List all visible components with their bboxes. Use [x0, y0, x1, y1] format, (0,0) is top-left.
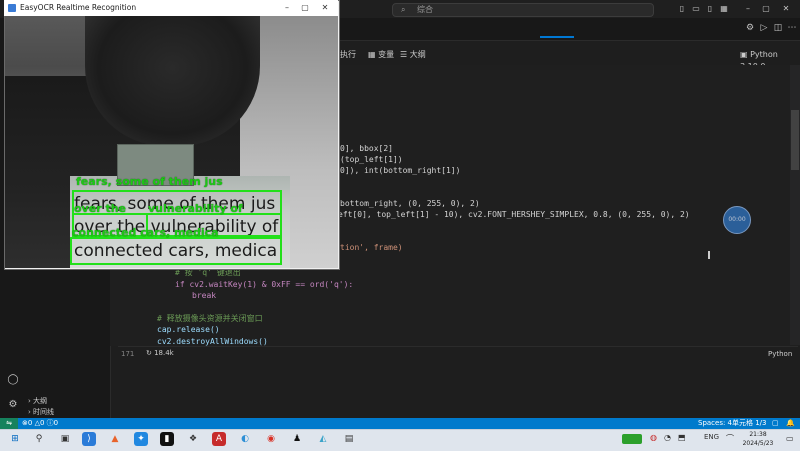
code-line-if: if cv2.waitKey(1) & 0xFF == ord('q'):: [175, 280, 354, 289]
cell-language[interactable]: Python: [768, 350, 792, 358]
outline-label: 大纲: [409, 50, 426, 59]
tray-icon[interactable]: ⬒: [678, 433, 686, 442]
manage-gear-icon[interactable]: ⚙: [6, 398, 20, 412]
sidebar-item-timeline[interactable]: › 时间线: [28, 407, 54, 417]
run-icon[interactable]: ▷: [758, 22, 770, 34]
vscode-taskbar-icon[interactable]: ⟩: [82, 432, 96, 446]
matlab-taskbar-icon[interactable]: ▲: [108, 432, 122, 446]
app-taskbar-icon[interactable]: ◭: [316, 432, 330, 446]
detection-label: connected cars, medica: [72, 226, 219, 239]
code-fragment: tion', frame): [340, 243, 403, 252]
variables-label: 变量: [378, 50, 395, 59]
code-line-release: cap.release(): [157, 325, 220, 334]
editor-scrollbar[interactable]: [790, 65, 800, 345]
task-view-icon[interactable]: ▣: [58, 432, 72, 446]
detection-label: fears, some of them jus: [76, 175, 223, 188]
code-fragment: (top_left[1]): [340, 155, 403, 164]
code-fragment: 0], bbox[2]: [340, 144, 393, 153]
warnings-count: 0: [39, 419, 45, 427]
floating-recorder-badge[interactable]: 00:00: [723, 206, 751, 234]
ocr-close-icon[interactable]: ✕: [318, 2, 332, 14]
run-button[interactable]: 执行: [340, 49, 356, 61]
pycharm-taskbar-icon[interactable]: ✦: [134, 432, 148, 446]
line-number: 171: [121, 350, 135, 358]
cell-exec-info: ↻ 18.4k: [146, 349, 174, 357]
cell-output-area: [140, 362, 800, 412]
detection-label: over the: [74, 202, 126, 215]
detection-box: [70, 237, 282, 265]
outline-button[interactable]: ☰ 大纲: [400, 49, 426, 61]
cell-memory: 18.4k: [154, 349, 174, 357]
account-icon[interactable]: ◯: [6, 373, 20, 387]
variables-button[interactable]: ▦ 变量: [368, 49, 394, 61]
outline-icon: ☰: [400, 50, 410, 59]
battery-icon[interactable]: [622, 434, 642, 444]
edge-taskbar-icon[interactable]: ◐: [238, 432, 252, 446]
info-count: 0: [53, 419, 59, 427]
app-icon: [8, 4, 16, 12]
code-fragment: 0]), int(bottom_right[1]): [340, 166, 461, 175]
errors-count: 0: [27, 419, 33, 427]
active-tab-indicator: [540, 36, 574, 38]
search-icon[interactable]: ⚲: [32, 432, 46, 446]
maximize-icon[interactable]: ▢: [760, 3, 772, 14]
minimize-icon[interactable]: –: [742, 3, 754, 14]
pdf-taskbar-icon[interactable]: A: [212, 432, 226, 446]
sidebar-item-label: 时间线: [33, 408, 55, 416]
tray-icon[interactable]: ◍: [650, 433, 657, 442]
ocr-maximize-icon[interactable]: ▢: [298, 2, 312, 14]
qq-taskbar-icon[interactable]: ♟: [290, 432, 304, 446]
wifi-icon[interactable]: ⌒: [726, 433, 734, 444]
toggle-panel-icon[interactable]: ▭: [690, 3, 702, 14]
app-taskbar-icon-2[interactable]: ▤: [342, 432, 356, 446]
notifications-bell-icon[interactable]: 🔔: [786, 418, 795, 429]
indentation-status[interactable]: Spaces: 4: [698, 418, 732, 429]
mouse-text-cursor: [708, 251, 710, 259]
close-icon[interactable]: ✕: [780, 3, 792, 14]
toggle-sidebar-icon[interactable]: ▯: [676, 3, 688, 14]
variables-icon: ▦: [368, 50, 379, 59]
command-center-search[interactable]: ⌕ 综合: [392, 3, 654, 17]
sidebar-item-outline[interactable]: › 大纲: [28, 396, 47, 406]
settings-gear-icon[interactable]: ⚙: [744, 22, 756, 34]
search-icon: ⌕: [401, 5, 406, 14]
command-center-text: 综合: [417, 5, 433, 14]
language-indicator[interactable]: ENG: [704, 433, 719, 441]
layout-icon[interactable]: ▦: [718, 3, 730, 14]
more-actions-icon[interactable]: ⋯: [786, 22, 798, 34]
chrome-taskbar-icon[interactable]: ◉: [264, 432, 278, 446]
terminal-taskbar-icon[interactable]: ▮: [160, 432, 174, 446]
toggle-secondary-sidebar-icon[interactable]: ▯: [704, 3, 716, 14]
code-comment: # 释放摄像头资源并关闭窗口: [157, 314, 263, 323]
code-fragment: bottom_right, (0, 255, 0), 2): [340, 199, 480, 208]
code-line-break: break: [192, 291, 217, 300]
files-taskbar-icon[interactable]: ❖: [186, 432, 200, 446]
scrollbar-thumb[interactable]: [791, 110, 799, 170]
split-editor-icon[interactable]: ◫: [772, 22, 784, 34]
detection-label: vulnerability of: [148, 202, 243, 215]
clock-date: 2024/5/23: [742, 440, 774, 447]
taskbar-clock[interactable]: 21:38 2024/5/23: [738, 430, 778, 448]
remote-indicator-icon[interactable]: ⇋: [0, 418, 18, 429]
cell-position-status[interactable]: 单元格 1/3: [732, 418, 767, 429]
sidebar-item-label: 大纲: [33, 397, 48, 405]
clock-time: 21:38: [749, 431, 767, 438]
status-bar: [0, 418, 800, 429]
tray-icon[interactable]: ◔: [664, 433, 671, 442]
notification-icon[interactable]: ▭: [786, 434, 794, 443]
refresh-icon: ↻: [146, 349, 155, 357]
cell-status-row: [118, 346, 798, 363]
info-icon: ⓘ: [46, 419, 54, 427]
ocr-window-title: EasyOCR Realtime Recognition: [20, 3, 137, 12]
ocr-minimize-icon[interactable]: –: [280, 2, 294, 14]
code-fragment: eft[0], top_left[1] - 10), cv2.FONT_HERS…: [338, 210, 690, 219]
problems-indicator[interactable]: ⊗0 △0 ⓘ0: [22, 418, 58, 429]
python-icon: ▣: [740, 50, 751, 59]
windows-start-icon[interactable]: ⊞: [8, 432, 22, 446]
layout-status-icon[interactable]: ▢: [772, 418, 779, 429]
